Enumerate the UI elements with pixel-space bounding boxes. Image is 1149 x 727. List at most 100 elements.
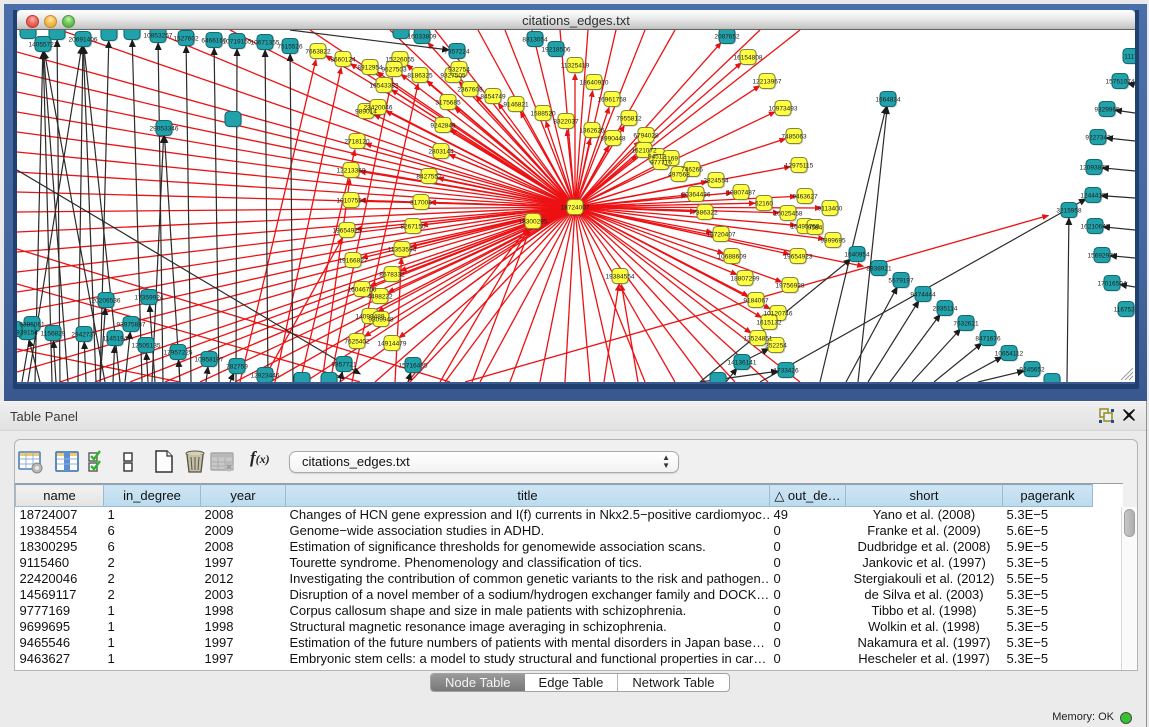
svg-text:7625402: 7625402 bbox=[344, 339, 370, 346]
svg-text:1640954: 1640954 bbox=[844, 252, 870, 259]
svg-text:7515526: 7515526 bbox=[277, 44, 303, 51]
svg-text:7663822: 7663822 bbox=[305, 49, 331, 56]
svg-text:10719155: 10719155 bbox=[223, 39, 252, 46]
svg-text:8678332: 8678332 bbox=[379, 272, 405, 279]
svg-text:10688609: 10688609 bbox=[718, 254, 747, 261]
svg-text:3175685: 3175685 bbox=[435, 100, 461, 107]
svg-text:15716485: 15716485 bbox=[399, 363, 428, 370]
svg-text:1527602: 1527602 bbox=[173, 36, 199, 43]
svg-text:14914479: 14914479 bbox=[378, 341, 407, 348]
svg-text:8454749: 8454749 bbox=[480, 94, 506, 101]
svg-text:16543382: 16543382 bbox=[370, 83, 399, 90]
svg-text:12505135: 12505135 bbox=[132, 343, 161, 350]
svg-text:9227342: 9227342 bbox=[1085, 135, 1111, 142]
svg-text:20691406: 20691406 bbox=[69, 37, 98, 44]
svg-text:3215958: 3215958 bbox=[1056, 208, 1082, 215]
svg-text:932754: 932754 bbox=[448, 67, 470, 74]
svg-text:4498222: 4498222 bbox=[367, 294, 393, 301]
svg-text:17957225: 17957225 bbox=[164, 350, 193, 357]
svg-text:9385061: 9385061 bbox=[19, 322, 45, 329]
svg-text:1117: 1117 bbox=[1124, 54, 1135, 61]
svg-text:9146821: 9146821 bbox=[503, 102, 529, 109]
svg-text:1733426: 1733426 bbox=[773, 368, 799, 375]
svg-text:9327505: 9327505 bbox=[440, 73, 466, 80]
svg-text:2942737: 2942737 bbox=[71, 332, 97, 339]
svg-text:1615132: 1615132 bbox=[756, 320, 782, 327]
svg-text:10973493: 10973493 bbox=[769, 106, 798, 113]
svg-text:6794028: 6794028 bbox=[633, 133, 659, 140]
svg-text:9309948: 9309948 bbox=[368, 317, 394, 324]
svg-text:7955812: 7955812 bbox=[616, 116, 642, 123]
svg-text:1588520: 1588520 bbox=[530, 111, 556, 118]
svg-text:16210643: 16210643 bbox=[1081, 224, 1110, 231]
svg-text:15692971: 15692971 bbox=[1088, 253, 1117, 260]
svg-text:7386322: 7386322 bbox=[692, 210, 718, 217]
svg-text:16961758: 16961758 bbox=[598, 97, 627, 104]
svg-text:8267150: 8267150 bbox=[400, 224, 426, 231]
svg-text:10025458: 10025458 bbox=[774, 211, 803, 218]
svg-text:3824554: 3824554 bbox=[703, 178, 729, 185]
svg-text:23420046: 23420046 bbox=[364, 105, 393, 112]
svg-text:8813054: 8813054 bbox=[522, 37, 548, 44]
svg-text:2087652: 2087652 bbox=[714, 34, 740, 41]
svg-text:10671355: 10671355 bbox=[251, 40, 280, 47]
svg-text:12093872: 12093872 bbox=[1080, 165, 1109, 172]
svg-text:18807299: 18807299 bbox=[731, 276, 760, 283]
svg-text:8990448: 8990448 bbox=[600, 136, 626, 143]
svg-text:15751074: 15751074 bbox=[1106, 79, 1135, 86]
svg-text:7632621: 7632621 bbox=[953, 321, 979, 328]
svg-text:939154: 939154 bbox=[17, 330, 38, 337]
svg-text:62160: 62160 bbox=[755, 201, 773, 208]
svg-text:19654925: 19654925 bbox=[333, 228, 362, 235]
svg-text:14136141: 14136141 bbox=[728, 360, 757, 367]
svg-text:9899695: 9899695 bbox=[820, 238, 846, 245]
svg-text:9113400: 9113400 bbox=[818, 206, 843, 213]
svg-text:1145194: 1145194 bbox=[103, 336, 128, 343]
svg-text:1167533: 1167533 bbox=[1114, 307, 1135, 314]
svg-text:8912954: 8912954 bbox=[357, 65, 383, 72]
svg-text:2367608: 2367608 bbox=[457, 87, 483, 94]
svg-text:1169: 1169 bbox=[664, 156, 678, 163]
svg-text:9184067: 9184067 bbox=[743, 298, 769, 305]
svg-text:16046756: 16046756 bbox=[348, 287, 377, 294]
svg-text:13524851: 13524851 bbox=[744, 336, 773, 343]
svg-text:10107554: 10107554 bbox=[337, 198, 366, 205]
svg-text:9857721: 9857721 bbox=[331, 362, 357, 369]
svg-text:9627503: 9627503 bbox=[381, 67, 407, 74]
svg-text:2803144: 2803144 bbox=[428, 149, 454, 156]
svg-text:497568: 497568 bbox=[668, 172, 690, 179]
svg-text:9584: 9584 bbox=[808, 225, 823, 232]
svg-text:8471676: 8471676 bbox=[975, 336, 1001, 343]
svg-text:8186325: 8186325 bbox=[407, 73, 433, 80]
svg-text:14055721: 14055721 bbox=[29, 42, 58, 49]
svg-text:17016504: 17016504 bbox=[1098, 281, 1127, 288]
svg-text:1664834: 1664834 bbox=[875, 97, 901, 104]
svg-text:10120746: 10120746 bbox=[764, 311, 793, 318]
svg-text:10654112: 10654112 bbox=[995, 351, 1024, 358]
svg-text:9329965: 9329965 bbox=[1094, 107, 1120, 114]
svg-text:12213967: 12213967 bbox=[753, 79, 782, 86]
svg-text:5679197: 5679197 bbox=[888, 278, 914, 285]
svg-text:19756928: 19756928 bbox=[776, 283, 805, 290]
svg-text:10853267: 10853267 bbox=[144, 33, 173, 40]
svg-text:9245652: 9245652 bbox=[1019, 367, 1045, 374]
svg-text:2718120: 2718120 bbox=[344, 139, 370, 146]
svg-text:20364436: 20364436 bbox=[682, 192, 711, 199]
svg-text:8660124: 8660124 bbox=[330, 57, 356, 64]
svg-text:18724007: 18724007 bbox=[561, 205, 590, 212]
svg-text:7485063: 7485063 bbox=[781, 134, 807, 141]
svg-text:10958107: 10958107 bbox=[195, 357, 224, 364]
svg-text:17359924: 17359924 bbox=[135, 295, 164, 302]
svg-text:10807487: 10807487 bbox=[727, 190, 756, 197]
svg-text:16033809: 16033809 bbox=[408, 34, 437, 41]
svg-text:15720407: 15720407 bbox=[707, 232, 736, 239]
svg-text:8427552: 8427552 bbox=[416, 174, 442, 181]
svg-text:12975115: 12975115 bbox=[785, 163, 814, 170]
svg-text:20206536: 20206536 bbox=[92, 298, 121, 305]
svg-text:12213369: 12213369 bbox=[337, 168, 366, 175]
svg-text:19384554: 19384554 bbox=[606, 274, 635, 281]
svg-text:19166827: 19166827 bbox=[339, 258, 368, 265]
svg-text:2935114: 2935114 bbox=[933, 306, 958, 313]
svg-text:9474444: 9474444 bbox=[910, 292, 936, 299]
svg-text:11353594: 11353594 bbox=[388, 247, 417, 254]
